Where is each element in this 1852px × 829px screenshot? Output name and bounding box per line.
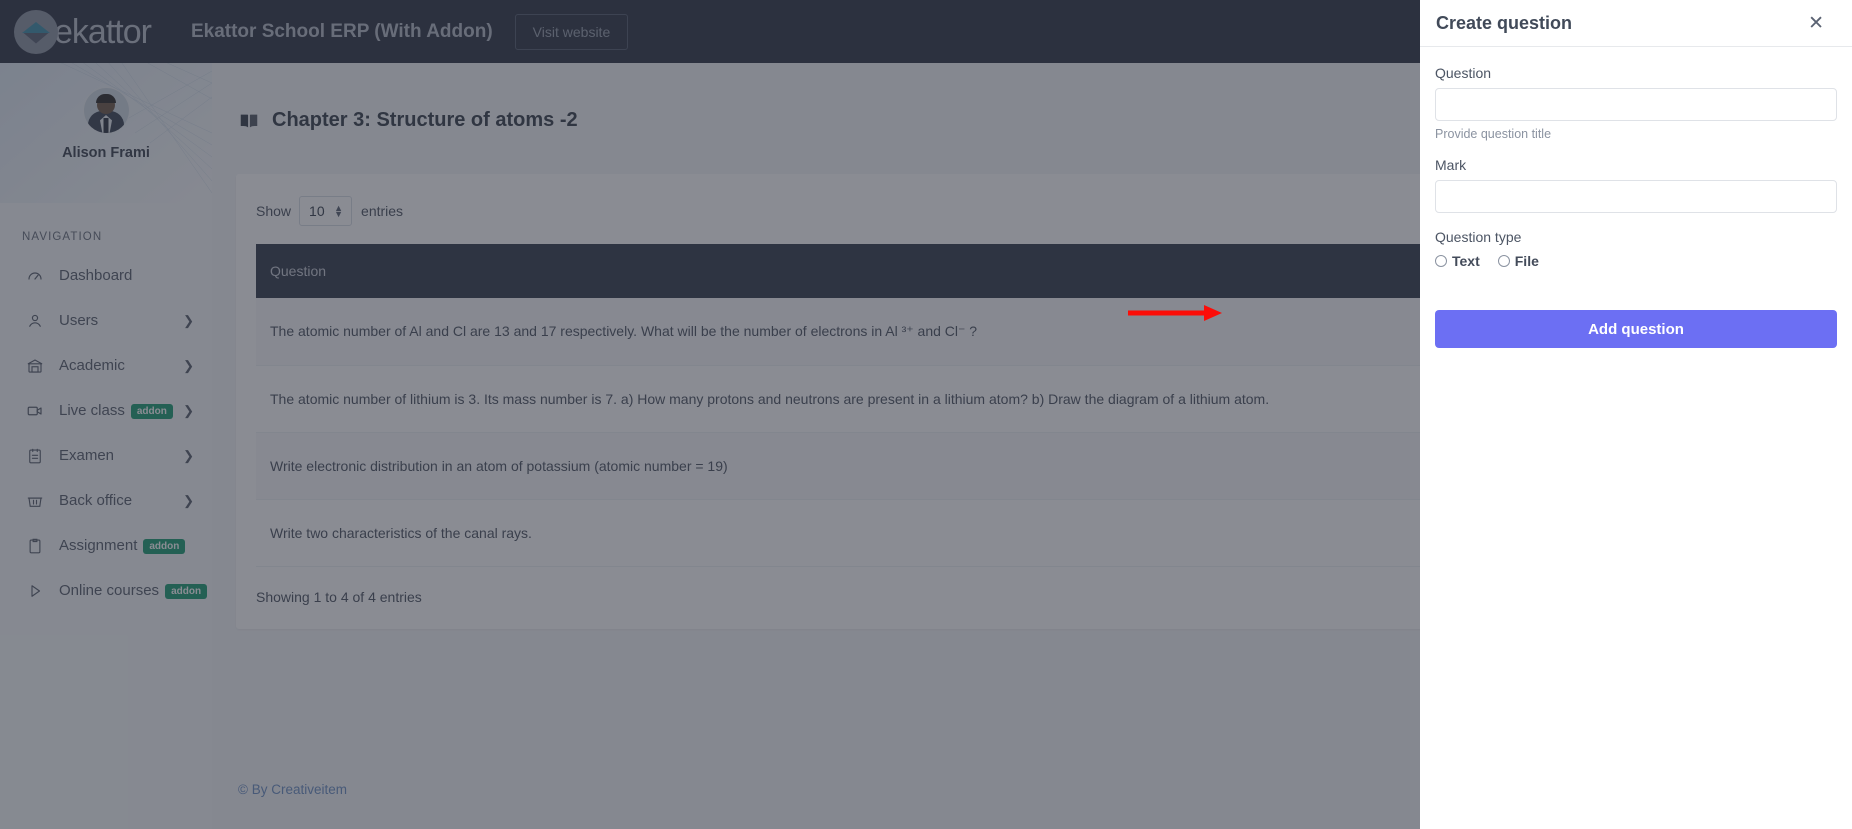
radio-label: File (1514, 253, 1539, 269)
radio-label: Text (1452, 253, 1480, 269)
add-question-button[interactable]: Add question (1435, 310, 1837, 348)
question-field-group: Question Provide question title (1435, 65, 1837, 141)
question-label: Question (1435, 65, 1492, 81)
mark-field-group: Mark (1435, 157, 1837, 213)
panel-body: Question Provide question title Mark Que… (1420, 47, 1852, 348)
create-question-panel: Create question ✕ Question Provide quest… (1420, 0, 1852, 829)
question-type-label: Question type (1435, 229, 1522, 245)
close-icon[interactable]: ✕ (1802, 13, 1830, 34)
question-type-group: Question type Text File (1435, 229, 1837, 269)
radio-icon (1497, 255, 1510, 267)
radio-option-file[interactable]: File (1497, 253, 1539, 269)
mark-label: Mark (1435, 157, 1467, 173)
question-type-radio-row: Text File (1435, 253, 1837, 269)
question-input[interactable] (1435, 88, 1837, 121)
panel-title: Create question (1436, 12, 1573, 33)
panel-header: Create question ✕ (1420, 0, 1852, 47)
mark-input[interactable] (1435, 180, 1837, 213)
radio-icon (1435, 255, 1447, 267)
annotation-arrow-icon (1128, 305, 1222, 321)
question-help-text: Provide question title (1435, 127, 1552, 141)
radio-option-text[interactable]: Text (1435, 253, 1480, 269)
